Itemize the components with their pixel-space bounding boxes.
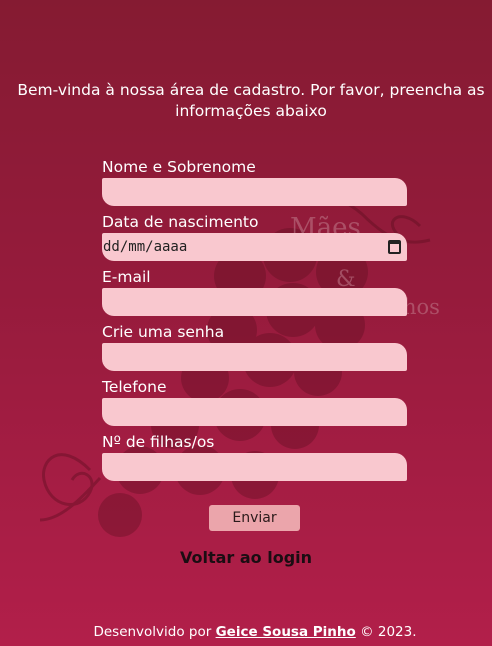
- field-name: Nome e Sobrenome: [102, 156, 408, 206]
- author-link[interactable]: Geice Sousa Pinho: [216, 624, 356, 640]
- bg-logo-word-3: hos: [403, 295, 440, 319]
- phone-input[interactable]: [102, 398, 407, 426]
- children-count-input[interactable]: [102, 453, 407, 481]
- email-input[interactable]: [102, 288, 407, 316]
- name-input[interactable]: [102, 178, 407, 206]
- footer: Desenvolvido por Geice Sousa Pinho © 202…: [0, 624, 492, 640]
- footer-suffix: © 2023.: [355, 624, 417, 640]
- field-phone: Telefone: [102, 376, 408, 426]
- intro-text: Bem-vinda à nossa área de cadastro. Por …: [17, 81, 485, 120]
- back-to-login-link[interactable]: Voltar ao login: [0, 548, 492, 567]
- field-email: E-mail: [102, 266, 408, 316]
- submit-wrapper: Enviar: [209, 505, 300, 531]
- field-label: Nº de filhas/os: [102, 433, 215, 451]
- field-password: Crie uma senha: [102, 321, 408, 371]
- field-label: Nome e Sobrenome: [102, 158, 256, 176]
- field-label: E-mail: [102, 268, 151, 286]
- field-label: Telefone: [102, 378, 167, 396]
- birthdate-input[interactable]: dd/mm/aaaa: [102, 233, 407, 261]
- field-birthdate: Data de nascimento dd/mm/aaaa: [102, 211, 408, 261]
- calendar-icon[interactable]: [388, 240, 401, 254]
- field-label: Data de nascimento: [102, 213, 259, 231]
- birthdate-value: dd/mm/aaaa: [103, 239, 188, 255]
- field-children: Nº de filhas/os: [102, 431, 408, 481]
- field-label: Crie uma senha: [102, 323, 225, 341]
- submit-button[interactable]: Enviar: [209, 505, 300, 531]
- signup-form: Nome e Sobrenome Data de nascimento dd/m…: [102, 156, 408, 486]
- password-input[interactable]: [102, 343, 407, 371]
- footer-prefix: Desenvolvido por: [93, 624, 216, 640]
